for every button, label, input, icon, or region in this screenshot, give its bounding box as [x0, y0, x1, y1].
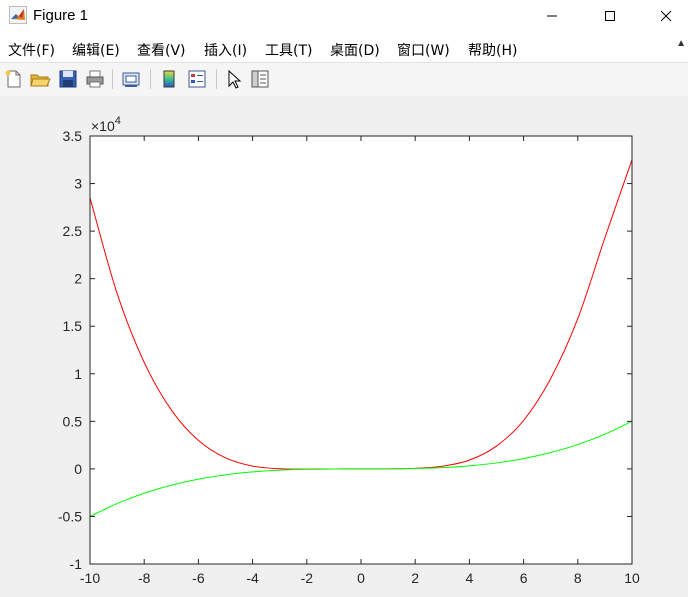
x-tick-label: 4 [466, 570, 474, 586]
maximize-button[interactable] [586, 0, 634, 32]
menu-tools[interactable]: 工具(T) [265, 40, 312, 60]
open-file-icon[interactable] [29, 68, 51, 90]
y-tick-label: 3.5 [63, 128, 83, 144]
x-tick-label: -6 [192, 570, 205, 586]
x-tick-label: 0 [357, 570, 365, 586]
x-tick-label: -4 [246, 570, 259, 586]
x-tick-label: 2 [411, 570, 419, 586]
toolbar-separator [112, 69, 113, 89]
y-exponent-label: ×104 [91, 115, 121, 134]
x-tick-label: -10 [80, 570, 100, 586]
y-tick-label: 1.5 [63, 318, 83, 334]
x-tick-label: 8 [574, 570, 582, 586]
y-tick-label: -0.5 [58, 508, 82, 524]
minimize-button[interactable] [528, 0, 576, 32]
save-icon[interactable] [57, 68, 79, 90]
x-tick-label: -8 [138, 570, 151, 586]
x-tick-label: 10 [624, 570, 640, 586]
y-tick-label: -1 [70, 556, 83, 572]
matlab-icon [9, 6, 27, 24]
link-plot-icon[interactable] [120, 68, 142, 90]
y-tick-label: 3 [74, 176, 82, 192]
insert-legend-icon[interactable] [186, 68, 208, 90]
new-figure-icon[interactable] [3, 68, 25, 90]
window-title: Figure 1 [33, 7, 89, 24]
menu-view[interactable]: 查看(V) [137, 40, 186, 60]
menu-bar: 文件(F) 编辑(E) 查看(V) 插入(I) 工具(T) 桌面(D) 窗口(W… [0, 32, 688, 62]
y-tick-label: 0.5 [63, 413, 83, 429]
insert-colorbar-icon[interactable] [158, 68, 180, 90]
toolbar [0, 62, 688, 97]
maximize-icon [605, 11, 615, 21]
title-bar: Figure 1 [0, 0, 688, 32]
y-tick-label: 0 [74, 461, 82, 477]
edit-plot-icon[interactable] [223, 68, 245, 90]
menu-desktop[interactable]: 桌面(D) [330, 40, 380, 60]
print-icon[interactable] [84, 68, 106, 90]
menu-insert[interactable]: 插入(I) [204, 40, 247, 60]
y-tick-label: 1 [74, 366, 82, 382]
property-inspector-icon[interactable] [249, 68, 271, 90]
axes-background [90, 136, 632, 564]
toolbar-separator [150, 69, 151, 89]
menu-edit[interactable]: 编辑(E) [72, 40, 120, 60]
x-tick-label: 6 [520, 570, 528, 586]
menu-help[interactable]: 帮助(H) [468, 40, 517, 60]
toolbar-separator [216, 69, 217, 89]
y-tick-label: 2.5 [63, 223, 83, 239]
menu-window[interactable]: 窗口(W) [397, 40, 450, 60]
y-tick-label: 2 [74, 271, 82, 287]
minimize-icon [547, 15, 557, 17]
menu-file[interactable]: 文件(F) [8, 40, 55, 60]
close-icon [660, 10, 672, 22]
figure-canvas: -10 -8 -6 -4 -2 0 2 4 6 8 10 -1 -0.5 0 0.5 1 1.5 2 2.5 3 3.… [0, 96, 688, 597]
close-button[interactable] [642, 0, 688, 32]
plot-axes[interactable]: -10 -8 -6 -4 -2 0 2 4 6 8 10 -1 -0.5 0 0.5 1 1.5 2 2.5 3 3.… [0, 96, 688, 597]
menu-expand-icon[interactable]: ▲ [676, 38, 686, 49]
x-tick-label: -2 [301, 570, 314, 586]
